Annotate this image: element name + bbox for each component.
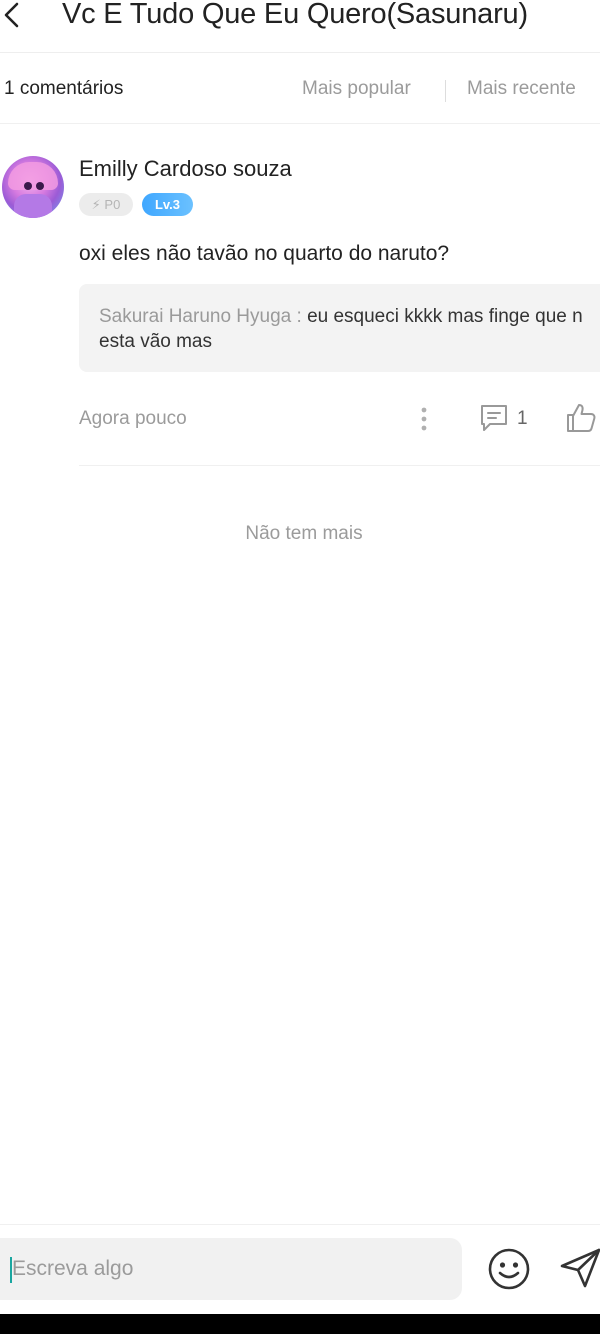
system-nav-bar	[0, 1314, 600, 1334]
back-arrow-icon[interactable]	[0, 0, 30, 34]
sort-most-popular[interactable]: Mais popular	[302, 78, 411, 100]
points-badge: ⚡ P0	[79, 193, 133, 216]
comment-timestamp: Agora pouco	[79, 408, 187, 429]
sort-divider	[445, 80, 446, 102]
end-of-list-message: Não tem mais	[245, 523, 363, 544]
more-options-icon[interactable]	[414, 402, 434, 436]
sort-most-recent[interactable]: Mais recente	[467, 78, 576, 100]
emoji-icon[interactable]	[487, 1247, 531, 1291]
reply-comment-icon[interactable]	[478, 402, 510, 434]
reply-preview[interactable]: Sakurai Haruno Hyuga : eu esqueci kkkk m…	[79, 284, 600, 372]
comment-separator	[79, 465, 600, 466]
reply-count: 1	[517, 408, 528, 429]
comment-count: 1 comentários	[4, 78, 124, 99]
comment-input[interactable]	[0, 1238, 462, 1300]
avatar[interactable]	[2, 156, 64, 218]
page-title: Vc E Tudo Que Eu Quero(Sasunaru)	[62, 0, 528, 30]
send-icon[interactable]	[558, 1246, 600, 1290]
comment-text: oxi eles não tavão no quarto do naruto?	[79, 242, 450, 265]
thumbs-up-icon[interactable]	[564, 401, 598, 435]
text-caret	[10, 1257, 12, 1283]
comment-username[interactable]: Emilly Cardoso souza	[79, 156, 292, 182]
points-badge-label: P0	[104, 197, 121, 212]
level-badge: Lv.3	[142, 193, 193, 216]
reply-author: Sakurai Haruno Hyuga :	[99, 306, 308, 327]
lightning-icon: ⚡	[91, 197, 101, 212]
